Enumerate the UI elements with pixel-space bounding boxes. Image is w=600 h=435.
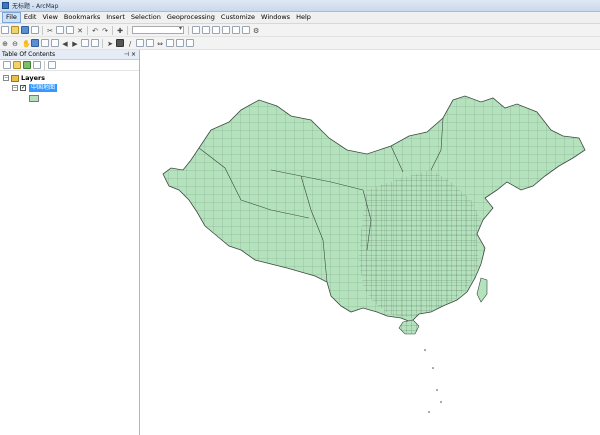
title-bar: 无标题 - ArcMap (0, 0, 600, 12)
layout-view-icon[interactable] (186, 39, 194, 47)
layer-row[interactable]: − ✓ 中国地图 (3, 83, 139, 93)
catalog-icon[interactable] (212, 26, 220, 34)
toolbar-separator (127, 25, 128, 35)
menu-insert[interactable]: Insert (103, 12, 128, 23)
zoom-out-icon[interactable]: ⊖ (11, 39, 19, 48)
save-icon[interactable] (21, 26, 29, 34)
full-extent-icon[interactable] (31, 39, 39, 47)
list-by-visibility-icon[interactable] (23, 61, 31, 69)
table-of-contents-panel: Table Of Contents ⊣ × − Layers − ✓ 中国地图 (0, 50, 140, 435)
menu-geoprocessing[interactable]: Geoprocessing (164, 12, 218, 23)
toc-tree: − Layers − ✓ 中国地图 (0, 71, 139, 102)
arctoolbox-icon[interactable] (232, 26, 240, 34)
hyperlink-icon[interactable] (166, 39, 174, 47)
editor-icon[interactable] (192, 26, 200, 34)
select-icon[interactable]: ➤ (106, 39, 114, 48)
print-icon[interactable] (31, 26, 39, 34)
menu-bookmarks[interactable]: Bookmarks (61, 12, 103, 23)
html-popup-icon[interactable]: / (126, 39, 134, 48)
undo-icon[interactable]: ↶ (91, 26, 99, 35)
menu-help[interactable]: Help (293, 12, 314, 23)
menu-selection[interactable]: Selection (128, 12, 164, 23)
time-slider-icon[interactable] (176, 39, 184, 47)
table-icon[interactable] (202, 26, 210, 34)
toc-header: Table Of Contents ⊣ × (0, 50, 139, 60)
open-icon[interactable] (11, 26, 19, 34)
toc-title: Table Of Contents (2, 51, 56, 58)
china-map (162, 95, 586, 413)
toolbar-separator (42, 25, 43, 35)
pin-icon[interactable]: ⊣ (124, 50, 129, 59)
python-icon[interactable] (242, 26, 250, 34)
back-icon[interactable]: ◀ (61, 39, 69, 48)
zoom-in-icon[interactable]: ⊕ (1, 39, 9, 48)
menu-bar: File Edit View Bookmarks Insert Selectio… (0, 12, 600, 24)
list-by-selection-icon[interactable] (33, 61, 41, 69)
redo-icon[interactable]: ↷ (101, 26, 109, 35)
delete-icon[interactable]: ✕ (76, 26, 84, 35)
list-by-source-icon[interactable] (13, 61, 21, 69)
options-icon[interactable] (48, 61, 56, 69)
tools-toolbar: ⊕ ⊖ ✋ ◀ ▶ ➤ / ⇔ (0, 37, 600, 50)
toolbar-separator (112, 25, 113, 35)
menu-view[interactable]: View (39, 12, 60, 23)
list-by-drawing-order-icon[interactable] (3, 61, 11, 69)
new-icon[interactable] (1, 26, 9, 34)
menu-customize[interactable]: Customize (218, 12, 258, 23)
layer-visibility-checkbox[interactable]: ✓ (20, 85, 26, 91)
layers-root-label: Layers (21, 74, 46, 82)
search-window-icon[interactable] (222, 26, 230, 34)
copy-icon[interactable] (56, 26, 64, 34)
taiwan-island (476, 277, 488, 303)
standard-toolbar: ✂ ✕ ↶ ↷ ✚ ⚙ (0, 24, 600, 37)
add-data-icon[interactable]: ✚ (116, 26, 124, 35)
pan-icon[interactable]: ✋ (21, 39, 31, 48)
layer-name[interactable]: 中国地图 (29, 84, 58, 92)
cut-icon[interactable]: ✂ (46, 26, 54, 35)
go-to-xy-icon[interactable] (146, 39, 154, 47)
select-by-rect-icon[interactable] (81, 39, 89, 47)
menu-file[interactable]: File (2, 12, 21, 23)
toc-toolbar (0, 60, 139, 71)
collapse-icon[interactable]: − (12, 85, 18, 91)
toolbar-separator (188, 25, 189, 35)
toolbar-separator (44, 60, 45, 70)
close-icon[interactable]: × (131, 50, 136, 59)
forward-icon[interactable]: ▶ (71, 39, 79, 48)
measure-icon[interactable]: ⇔ (156, 39, 164, 48)
map-view[interactable] (141, 50, 600, 435)
toolbar-separator (102, 38, 103, 48)
menu-windows[interactable]: Windows (258, 12, 293, 23)
arcmap-app-icon (2, 2, 9, 9)
toolbar-separator (87, 25, 88, 35)
identify-icon[interactable] (116, 39, 124, 47)
collapse-icon[interactable]: − (3, 75, 9, 81)
find-icon[interactable] (136, 39, 144, 47)
menu-edit[interactable]: Edit (21, 12, 40, 23)
layer-symbol-swatch[interactable] (29, 95, 39, 102)
fixed-zoom-in-icon[interactable] (41, 39, 49, 47)
window-title: 无标题 - ArcMap (12, 3, 59, 10)
paste-icon[interactable] (66, 26, 74, 34)
model-builder-icon[interactable]: ⚙ (252, 26, 260, 35)
map-scale-dropdown[interactable] (132, 25, 184, 34)
clear-selection-icon[interactable] (91, 39, 99, 47)
layers-icon (11, 74, 19, 82)
fixed-zoom-out-icon[interactable] (51, 39, 59, 47)
layers-root-row[interactable]: − Layers (3, 73, 139, 83)
